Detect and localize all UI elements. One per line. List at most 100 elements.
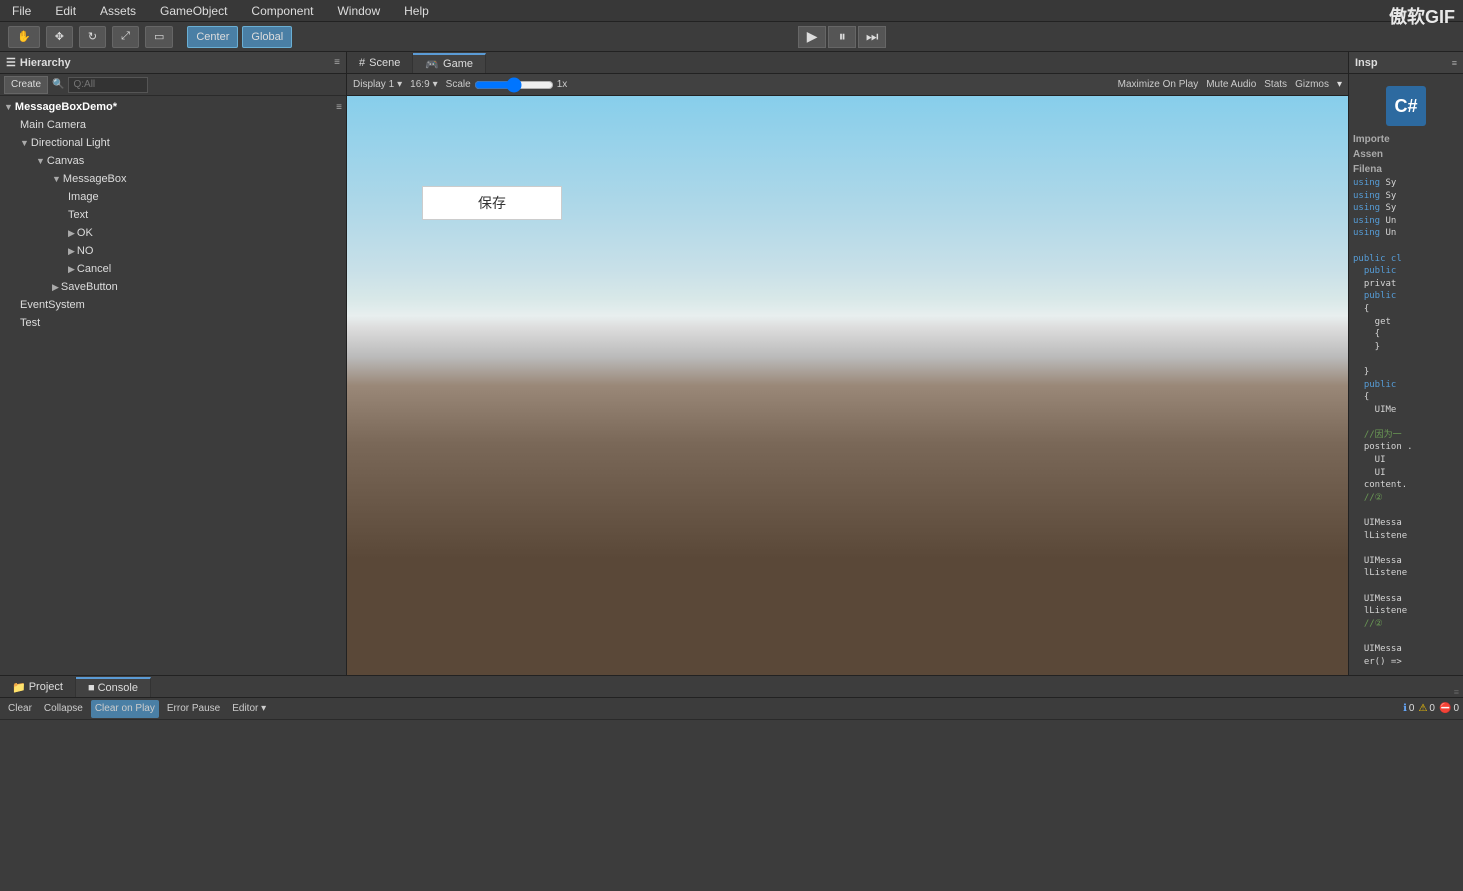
hierarchy-item-messageboxdemo[interactable]: ▼ MessageBoxDemo* ≡ — [0, 98, 346, 116]
menu-item-gameobject[interactable]: GameObject — [156, 4, 231, 18]
inspector-body: C# Importe Assen Filena using Sy using S… — [1349, 74, 1463, 675]
tab-console[interactable]: ■ Console — [76, 677, 151, 697]
hierarchy-item-test[interactable]: Test — [0, 314, 346, 332]
hierarchy-options-button[interactable]: ≡ — [334, 57, 340, 68]
code-line-14: } — [1353, 366, 1459, 379]
code-line-22: content. — [1353, 479, 1459, 492]
hierarchy-item-eventsystem[interactable]: EventSystem — [0, 296, 346, 314]
menu-item-help[interactable]: Help — [400, 4, 433, 18]
menu-bar: File Edit Assets GameObject Component Wi… — [0, 0, 1463, 22]
hierarchy-label-ok: OK — [77, 227, 93, 239]
code-line-29: lListene — [1353, 605, 1459, 618]
expand-icon-cancel: ▶ — [68, 264, 75, 275]
hierarchy-item-directionallight[interactable]: ▼ Directional Light — [0, 134, 346, 152]
scale-slider[interactable] — [474, 81, 554, 89]
hierarchy-search-input[interactable] — [68, 77, 148, 93]
stats-button[interactable]: Stats — [1264, 79, 1287, 90]
code-line-30: //② — [1353, 618, 1459, 631]
hierarchy-item-canvas[interactable]: ▼ Canvas — [0, 152, 346, 170]
code-line-20: UI — [1353, 454, 1459, 467]
hierarchy-label-canvas: Canvas — [47, 155, 84, 167]
hierarchy-item-text[interactable]: Text — [0, 206, 346, 224]
code-line-12: { — [1353, 328, 1459, 341]
pause-button[interactable]: ⏸ — [828, 26, 856, 48]
code-line-2: using Sy — [1353, 190, 1459, 203]
code-line-3: using Sy — [1353, 202, 1459, 215]
mute-audio-button[interactable]: Mute Audio — [1206, 79, 1256, 90]
hierarchy-item-maincamera[interactable]: Main Camera — [0, 116, 346, 134]
expand-icon-messageboxdemo: ▼ — [4, 102, 13, 112]
project-tab-icon: 📁 — [12, 681, 26, 694]
hierarchy-item-messagebox[interactable]: ▼ MessageBox — [0, 170, 346, 188]
tab-scene[interactable]: # Scene — [347, 53, 413, 73]
hierarchy-panel: ☰ Hierarchy ≡ Create 🔍 ▼ MessageBoxDemo*… — [0, 52, 347, 675]
warning-count: ⚠ 0 — [1418, 703, 1435, 714]
collapse-button[interactable]: Collapse — [40, 700, 87, 718]
code-line-16: { — [1353, 391, 1459, 404]
code-area: using Sy using Sy using Sy using Un usin… — [1353, 177, 1459, 668]
code-line-26: UIMessа — [1353, 555, 1459, 568]
global-button[interactable]: Global — [242, 26, 292, 48]
rect-tool-button[interactable]: ▭ — [145, 26, 173, 48]
editor-dropdown-button[interactable]: Editor ▾ — [228, 700, 270, 718]
toolbar: ✋ ✥ ↻ ⤢ ▭ Center Global ▶ ⏸ ⏭ — [0, 22, 1463, 52]
code-line-19: postion . — [1353, 441, 1459, 454]
scale-label: Scale — [446, 79, 471, 90]
hierarchy-item-savebutton[interactable]: ▶ SaveButton — [0, 278, 346, 296]
maximize-on-play-button[interactable]: Maximize On Play — [1118, 79, 1199, 90]
code-line-5: using Un — [1353, 227, 1459, 240]
hierarchy-item-image[interactable]: Image — [0, 188, 346, 206]
menu-item-component[interactable]: Component — [247, 4, 317, 18]
warning-icon: ⚠ — [1418, 703, 1427, 714]
tab-game[interactable]: 🎮 Game — [413, 53, 486, 73]
play-button[interactable]: ▶ — [798, 26, 826, 48]
hierarchy-item-ok[interactable]: ▶ OK — [0, 224, 346, 242]
clear-button[interactable]: Clear — [4, 700, 36, 718]
hierarchy-item-cancel[interactable]: ▶ Cancel — [0, 260, 346, 278]
ratio-dropdown-icon: ▾ — [433, 79, 438, 90]
hierarchy-label-messagebox: MessageBox — [63, 173, 127, 185]
error-count-value: 0 — [1453, 703, 1459, 714]
tab-project[interactable]: 📁 Project — [0, 677, 76, 697]
menu-item-assets[interactable]: Assets — [96, 4, 140, 18]
clear-on-play-button[interactable]: Clear on Play — [91, 700, 159, 718]
create-button[interactable]: Create — [4, 76, 48, 94]
code-line-17: UIMe — [1353, 404, 1459, 417]
code-line-4: using Un — [1353, 215, 1459, 228]
center-button[interactable]: Center — [187, 26, 238, 48]
rotate-tool-button[interactable]: ↻ — [79, 26, 106, 48]
expand-icon-directionallight: ▼ — [20, 138, 29, 148]
console-tab-icon: ■ — [88, 682, 95, 694]
inspector-options[interactable]: ≡ — [1452, 58, 1457, 68]
project-tab-label: Project — [29, 681, 63, 693]
hierarchy-label-savebutton: SaveButton — [61, 281, 118, 293]
hierarchy-item-no[interactable]: ▶ NO — [0, 242, 346, 260]
code-line-10: { — [1353, 303, 1459, 316]
code-line-1: using Sy — [1353, 177, 1459, 190]
error-pause-button[interactable]: Error Pause — [163, 700, 224, 718]
display-label[interactable]: Display 1 — [353, 79, 394, 90]
game-save-button[interactable]: 保存 — [422, 186, 562, 220]
scale-tool-button[interactable]: ⤢ — [112, 26, 139, 48]
step-button[interactable]: ⏭ — [858, 26, 886, 48]
code-line-15: public — [1353, 379, 1459, 392]
code-line-24: UIMessа — [1353, 517, 1459, 530]
assembly-label: Assen — [1353, 149, 1459, 160]
bottom-panel-options[interactable]: ≡ — [1454, 687, 1463, 697]
ratio-label[interactable]: 16:9 — [410, 79, 429, 90]
gizmos-button[interactable]: Gizmos — [1295, 79, 1329, 90]
menu-item-edit[interactable]: Edit — [51, 4, 80, 18]
move-tool-button[interactable]: ✥ — [46, 26, 73, 48]
error-icon: ⛔ — [1439, 703, 1451, 714]
hierarchy-item-options[interactable]: ≡ — [336, 102, 342, 113]
menu-item-window[interactable]: Window — [333, 4, 384, 18]
hand-tool-button[interactable]: ✋ — [8, 26, 40, 48]
hierarchy-label-image: Image — [68, 191, 99, 203]
error-count: ⛔ 0 — [1439, 703, 1459, 714]
menu-item-file[interactable]: File — [8, 4, 35, 18]
hierarchy-header: ☰ Hierarchy ≡ — [0, 52, 346, 74]
code-line-9: public — [1353, 290, 1459, 303]
imported-label: Importe — [1353, 134, 1459, 145]
main-layout: ☰ Hierarchy ≡ Create 🔍 ▼ MessageBoxDemo*… — [0, 52, 1463, 675]
code-line-28: UIMessа — [1353, 593, 1459, 606]
